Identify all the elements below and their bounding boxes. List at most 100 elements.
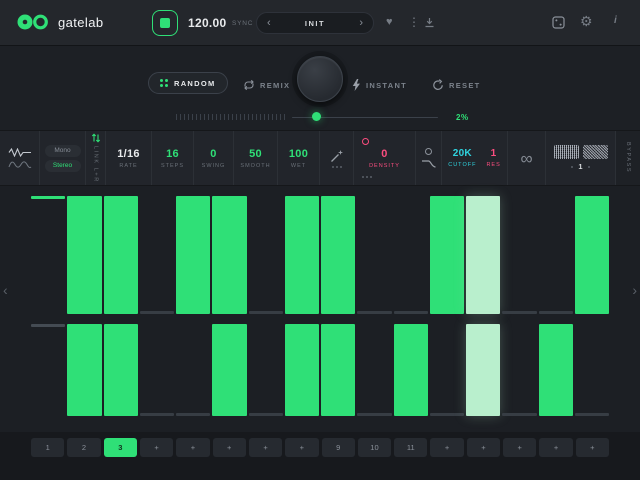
density-dice-icon[interactable] bbox=[362, 176, 372, 178]
filter-knob-icon[interactable] bbox=[425, 148, 432, 155]
pattern-slot-5[interactable]: + bbox=[176, 438, 209, 457]
wet-value[interactable]: 100 bbox=[289, 148, 308, 160]
lane1-step-9[interactable] bbox=[320, 196, 356, 314]
pattern-slot-12[interactable]: + bbox=[430, 438, 463, 457]
res-value[interactable]: 1 bbox=[491, 148, 497, 159]
transport-stop-button[interactable] bbox=[152, 10, 178, 36]
pattern-slot-7[interactable]: + bbox=[249, 438, 282, 457]
sequencer-scroll-left-icon[interactable]: ‹ bbox=[3, 282, 8, 298]
reset-button[interactable]: RESET bbox=[432, 79, 481, 91]
favorite-heart-icon[interactable]: ♥ bbox=[386, 17, 393, 28]
lane1-step-3[interactable] bbox=[103, 196, 139, 314]
lane2-step-13[interactable] bbox=[465, 324, 501, 416]
gate-bar bbox=[104, 324, 138, 416]
lane2-step-2[interactable] bbox=[66, 324, 102, 416]
preset-prev-button[interactable]: ‹ bbox=[267, 18, 271, 29]
lane2-step-16[interactable] bbox=[574, 324, 610, 416]
pattern-slot-10[interactable]: 10 bbox=[358, 438, 391, 457]
lane2-step-3[interactable] bbox=[103, 324, 139, 416]
seed-swatch-1[interactable] bbox=[554, 145, 579, 159]
lane2-step-9[interactable] bbox=[320, 324, 356, 416]
pattern-slot-6[interactable]: + bbox=[213, 438, 246, 457]
main-knob[interactable] bbox=[297, 56, 343, 102]
lane1-step-6[interactable] bbox=[211, 196, 247, 314]
bypass-toggle[interactable]: BYPASS bbox=[625, 142, 631, 173]
slider-tick bbox=[260, 114, 261, 120]
infinity-icon[interactable]: ∞ bbox=[520, 150, 532, 167]
lane1-step-11[interactable] bbox=[393, 196, 429, 314]
lane1-step-13[interactable] bbox=[465, 196, 501, 314]
slider-tick bbox=[244, 114, 245, 120]
pattern-slot-9[interactable]: 9 bbox=[322, 438, 355, 457]
lane1-step-15[interactable] bbox=[538, 196, 574, 314]
settings-gear-icon[interactable]: ⚙ bbox=[580, 14, 593, 28]
cutoff-value[interactable]: 20K bbox=[453, 148, 472, 159]
lane1-step-5[interactable] bbox=[175, 196, 211, 314]
stereo-button[interactable]: Stereo bbox=[45, 160, 81, 172]
waveform-a-icon[interactable] bbox=[8, 148, 32, 157]
density-circle-icon[interactable] bbox=[362, 138, 369, 145]
preset-name[interactable]: INIT bbox=[305, 19, 325, 28]
lane1-step-2[interactable] bbox=[66, 196, 102, 314]
instant-button[interactable]: INSTANT bbox=[352, 79, 407, 91]
lane2-step-15[interactable] bbox=[538, 324, 574, 416]
link-label: LINK L+R bbox=[93, 146, 99, 183]
gate-bar bbox=[394, 311, 428, 314]
magic-wand-icon[interactable] bbox=[330, 149, 344, 163]
save-download-icon[interactable] bbox=[424, 17, 435, 28]
density-value[interactable]: 0 bbox=[381, 148, 387, 160]
lane2-step-14[interactable] bbox=[501, 324, 537, 416]
variation-amount: 2% bbox=[456, 113, 469, 122]
remix-button[interactable]: REMIX bbox=[243, 79, 290, 91]
mono-button[interactable]: Mono bbox=[45, 145, 81, 157]
bpm-display[interactable]: 120.00 bbox=[188, 16, 227, 30]
sync-toggle[interactable]: SYNC bbox=[232, 20, 253, 27]
lane2-step-11[interactable] bbox=[393, 324, 429, 416]
pattern-slot-1[interactable]: 1 bbox=[31, 438, 64, 457]
lane1-step-14[interactable] bbox=[501, 196, 537, 314]
lane1-step-1[interactable] bbox=[30, 196, 66, 314]
pattern-slot-13[interactable]: + bbox=[467, 438, 500, 457]
pattern-slot-15[interactable]: + bbox=[539, 438, 572, 457]
swing-value[interactable]: 0 bbox=[210, 148, 216, 160]
lane1-step-10[interactable] bbox=[356, 196, 392, 314]
preset-next-button[interactable]: › bbox=[359, 18, 363, 29]
lane2-step-1[interactable] bbox=[30, 324, 66, 416]
lane1-step-8[interactable] bbox=[284, 196, 320, 314]
lane2-step-4[interactable] bbox=[139, 324, 175, 416]
lowpass-curve-icon[interactable] bbox=[421, 158, 437, 168]
gate-bar bbox=[249, 311, 283, 314]
dice-random-icon[interactable] bbox=[552, 16, 565, 29]
lane2-step-10[interactable] bbox=[356, 324, 392, 416]
rate-value[interactable]: 1/16 bbox=[117, 148, 140, 160]
sequencer-scroll-right-icon[interactable]: › bbox=[632, 282, 637, 298]
lane1-step-7[interactable] bbox=[248, 196, 284, 314]
lane2-step-5[interactable] bbox=[175, 324, 211, 416]
seed-number[interactable]: 1 bbox=[578, 162, 582, 171]
link-arrows-icon[interactable] bbox=[91, 133, 101, 143]
pattern-slot-2[interactable]: 2 bbox=[67, 438, 100, 457]
lane1-step-4[interactable] bbox=[139, 196, 175, 314]
pattern-slot-16[interactable]: + bbox=[576, 438, 609, 457]
seed-prev-dots[interactable] bbox=[571, 166, 573, 168]
lane2-step-6[interactable] bbox=[211, 324, 247, 416]
variation-slider-handle[interactable] bbox=[312, 112, 321, 121]
seed-next-dots[interactable] bbox=[588, 166, 590, 168]
waveform-b-icon[interactable] bbox=[8, 160, 32, 169]
lane2-step-12[interactable] bbox=[429, 324, 465, 416]
random-mode-button[interactable]: RANDOM bbox=[148, 72, 228, 94]
pattern-slot-11[interactable]: 11 bbox=[394, 438, 427, 457]
lane2-step-8[interactable] bbox=[284, 324, 320, 416]
pattern-slot-8[interactable]: + bbox=[285, 438, 318, 457]
lane2-step-7[interactable] bbox=[248, 324, 284, 416]
seed-swatch-2[interactable] bbox=[583, 145, 608, 159]
pattern-slot-4[interactable]: + bbox=[140, 438, 173, 457]
steps-value[interactable]: 16 bbox=[166, 148, 179, 160]
pattern-slot-3[interactable]: 3 bbox=[104, 438, 137, 457]
preset-menu-icon[interactable]: ⋮ bbox=[408, 16, 420, 28]
lane1-step-16[interactable] bbox=[574, 196, 610, 314]
info-icon[interactable]: i bbox=[614, 16, 617, 26]
pattern-slot-14[interactable]: + bbox=[503, 438, 536, 457]
lane1-step-12[interactable] bbox=[429, 196, 465, 314]
smooth-value[interactable]: 50 bbox=[249, 148, 262, 160]
